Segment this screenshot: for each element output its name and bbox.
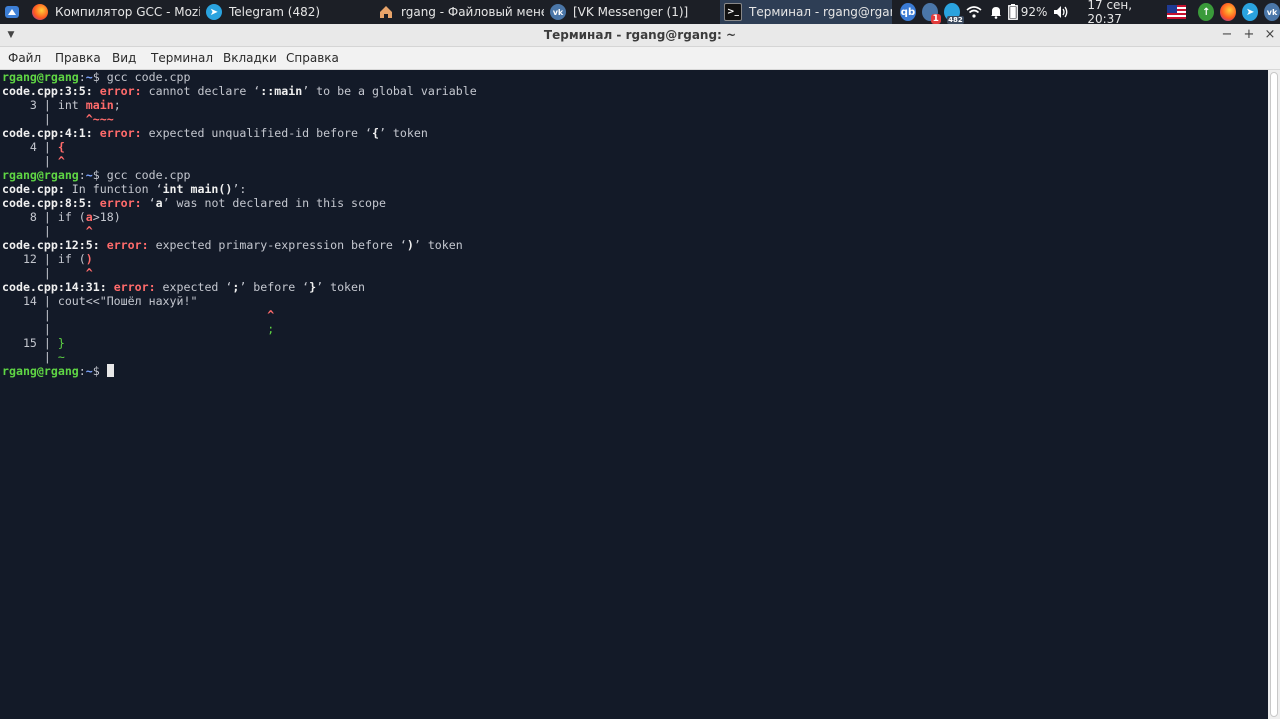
firefox-icon <box>32 4 48 20</box>
telegram-tray-icon-2[interactable]: ➤ <box>1242 3 1259 21</box>
window-title: Терминал - rgang@rgang: ~ <box>543 28 737 42</box>
error-line: code.cpp:4:1: error: expected unqualifie… <box>2 126 428 140</box>
task-firefox[interactable]: Компилятор GCC - Mozil... <box>32 0 200 24</box>
task-label: rgang - Файловый мене... <box>401 5 544 19</box>
command: gcc code.cpp <box>106 168 191 182</box>
error-line: code.cpp:12:5: error: expected primary-e… <box>2 238 463 252</box>
marker-line: | ^ <box>2 154 65 168</box>
marker-line: | ^~~~ <box>2 112 114 126</box>
prompt-line: rgang@rgang:~$ <box>2 364 114 378</box>
wifi-icon[interactable] <box>966 3 982 21</box>
marker-line: | ^ <box>2 266 93 280</box>
marker-line: | ~ <box>2 350 65 364</box>
update-manager-icon[interactable]: ↑ <box>1198 3 1215 21</box>
volume-icon[interactable] <box>1053 3 1069 21</box>
terminal-output[interactable]: rgang@rgang:~$ gcc code.cpp code.cpp:3:5… <box>0 70 1268 719</box>
menu-view[interactable]: Вид <box>112 47 136 69</box>
marker-line: | ^ <box>2 224 93 238</box>
source-line: 4 | { <box>2 140 65 154</box>
prompt-line: rgang@rgang:~$ gcc code.cpp <box>2 168 191 182</box>
battery-percent: 92% <box>1020 5 1048 19</box>
error-line: code.cpp:3:5: error: cannot declare ‘::m… <box>2 84 477 98</box>
telegram-unread-badge: 482 <box>947 16 964 24</box>
task-label: Компилятор GCC - Mozil... <box>55 5 200 19</box>
menu-edit[interactable]: Правка <box>55 47 101 69</box>
battery-icon <box>1007 4 1018 20</box>
app-menu-button[interactable] <box>4 0 22 24</box>
source-line: 8 | if (a>18) <box>2 210 121 224</box>
clock[interactable]: 17 сен, 20:37 <box>1087 0 1161 26</box>
source-line: 12 | if () <box>2 252 93 266</box>
task-label: [VK Messenger (1)] <box>573 5 689 19</box>
task-terminal[interactable]: >_ Терминал - rgang@rgan... <box>720 0 892 24</box>
telegram-tray-icon[interactable]: 482 <box>943 3 964 24</box>
task-file-manager[interactable]: rgang - Файловый мене... <box>378 0 544 24</box>
taskbar: Компилятор GCC - Mozil... ➤ Telegram (48… <box>0 0 1280 26</box>
task-label: Telegram (482) <box>229 5 321 19</box>
minimize-button[interactable]: − <box>1218 26 1236 44</box>
task-telegram[interactable]: ➤ Telegram (482) <box>206 0 366 24</box>
notifications-bell-icon[interactable] <box>988 3 1004 21</box>
menubar: Файл Правка Вид Терминал Вкладки Справка <box>0 47 1280 70</box>
vk-unread-badge: 1 <box>930 14 941 24</box>
qbittorrent-label: qb <box>900 6 916 18</box>
xfce-mouse-icon <box>5 6 19 18</box>
vk-tray-icon-2[interactable]: vk <box>1264 3 1280 21</box>
menu-help[interactable]: Справка <box>286 47 339 69</box>
system-tray: qb 1 482 92% 17 сен, 20:37 ↑ ➤ vk <box>900 0 1280 26</box>
source-line: 15 | } <box>2 336 65 350</box>
home-folder-icon <box>378 4 394 20</box>
window-titlebar[interactable]: ▼ Терминал - rgang@rgang: ~ − + × <box>0 24 1280 47</box>
source-line: 14 | cout<<"Пошёл нахуй!" <box>2 294 198 308</box>
scrollbar-thumb[interactable] <box>1270 72 1278 717</box>
prompt-line: rgang@rgang:~$ gcc code.cpp <box>2 70 191 84</box>
fixit-line: | ; <box>2 322 275 336</box>
error-line: code.cpp:8:5: error: ‘a’ was not declare… <box>2 196 386 210</box>
menu-tabs[interactable]: Вкладки <box>223 47 277 69</box>
task-label: Терминал - rgang@rgan... <box>749 5 892 19</box>
maximize-button[interactable]: + <box>1240 26 1258 44</box>
close-button[interactable]: × <box>1261 26 1279 44</box>
menu-terminal[interactable]: Терминал <box>151 47 213 69</box>
battery-indicator[interactable]: 92% <box>1007 4 1048 20</box>
text-cursor <box>106 364 114 377</box>
qbittorrent-icon[interactable]: qb <box>900 3 916 21</box>
task-vk-messenger[interactable]: vk [VK Messenger (1)] <box>550 0 716 24</box>
vk-icon: vk <box>550 4 566 20</box>
marker-line: | ^ <box>2 308 275 322</box>
source-line: 3 | int main; <box>2 98 121 112</box>
menu-file[interactable]: Файл <box>8 47 41 69</box>
command: gcc code.cpp <box>106 70 191 84</box>
vk-tray-icon[interactable]: 1 <box>921 3 941 24</box>
terminal-icon: >_ <box>724 3 742 21</box>
telegram-icon: ➤ <box>206 4 222 20</box>
keyboard-layout-us-flag-icon[interactable] <box>1166 5 1187 19</box>
info-line: code.cpp: In function ‘int main()’: <box>2 182 247 196</box>
firefox-tray-icon[interactable] <box>1220 3 1237 21</box>
error-line: code.cpp:14:31: error: expected ‘;’ befo… <box>2 280 366 294</box>
